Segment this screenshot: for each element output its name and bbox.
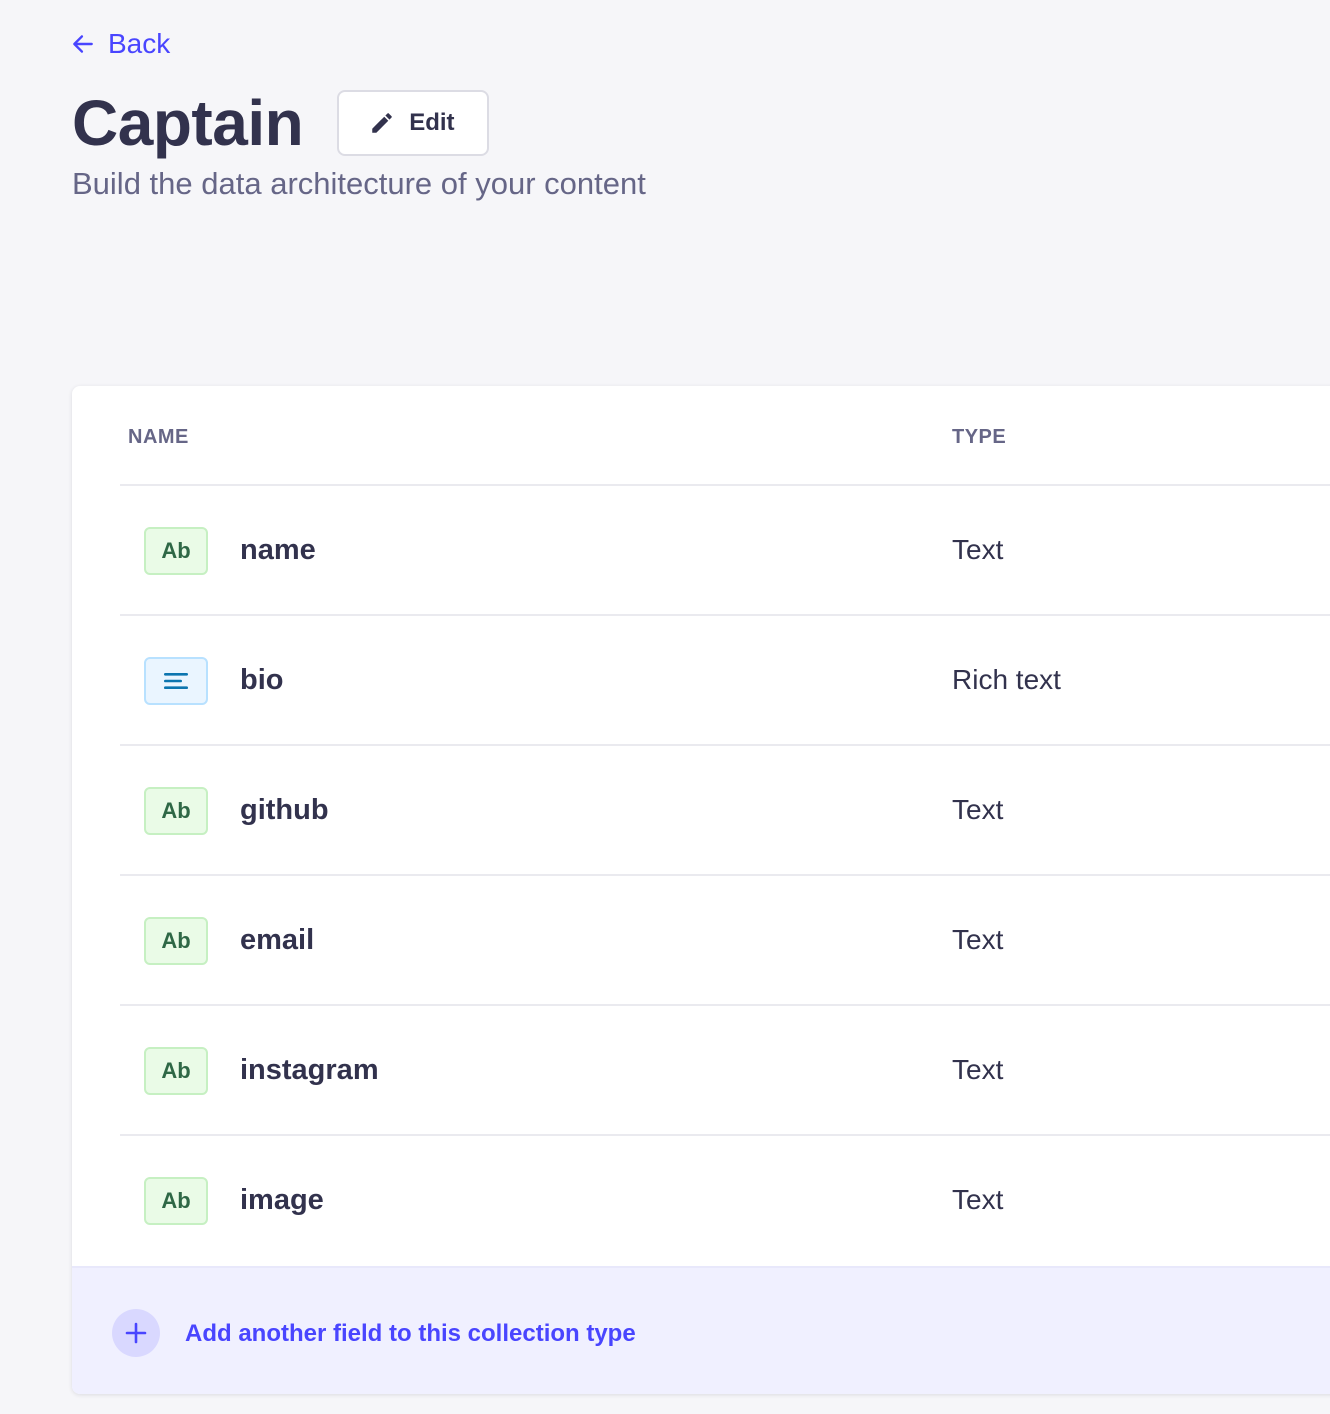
page-title: Captain — [72, 87, 304, 159]
table-row[interactable]: bio Rich text — [120, 616, 1330, 746]
text-align-left-icon — [164, 673, 188, 689]
table-row[interactable]: Ab github Text — [120, 746, 1330, 876]
fields-card: NAME TYPE Ab name Text bio Rich text Ab … — [72, 386, 1330, 1394]
back-label: Back — [108, 28, 171, 59]
text-field-icon: Ab — [144, 787, 208, 835]
field-type: Text — [952, 534, 1004, 565]
field-type: Text — [952, 1184, 1004, 1215]
text-field-icon: Ab — [144, 1177, 208, 1225]
table-row[interactable]: Ab email Text — [120, 876, 1330, 1006]
content-type-builder-page: Back Captain Edit Build the data archite… — [0, 0, 1330, 1414]
field-name: github — [240, 794, 329, 826]
plus-icon — [125, 1322, 147, 1344]
text-field-icon: Ab — [144, 917, 208, 965]
column-header-type: TYPE — [952, 426, 1007, 448]
page-subtitle: Build the data architecture of your cont… — [72, 166, 646, 201]
field-type: Text — [952, 794, 1004, 825]
table-header: NAME TYPE — [120, 386, 1330, 486]
field-type: Rich text — [952, 664, 1061, 695]
richtext-field-icon — [144, 657, 208, 705]
title-row: Captain Edit — [72, 86, 489, 160]
add-circle — [112, 1309, 160, 1357]
field-name: instagram — [240, 1054, 379, 1086]
field-name: email — [240, 924, 315, 956]
arrow-left-icon — [73, 35, 93, 53]
field-type: Text — [952, 924, 1004, 955]
edit-button[interactable]: Edit — [337, 90, 489, 156]
add-field-button[interactable]: Add another field to this collection typ… — [72, 1266, 1330, 1394]
table-row[interactable]: Ab instagram Text — [120, 1006, 1330, 1136]
text-field-icon: Ab — [144, 1047, 208, 1095]
table-row[interactable]: Ab image Text — [120, 1136, 1330, 1266]
text-field-icon: Ab — [144, 527, 208, 575]
column-header-name: NAME — [128, 426, 189, 448]
table-row[interactable]: Ab name Text — [120, 486, 1330, 616]
field-name: image — [240, 1184, 324, 1216]
field-name: bio — [240, 664, 284, 696]
add-field-label: Add another field to this collection typ… — [185, 1320, 636, 1347]
pencil-icon — [372, 113, 392, 133]
field-name: name — [240, 534, 316, 566]
field-type: Text — [952, 1054, 1004, 1085]
edit-label: Edit — [409, 109, 455, 136]
back-link[interactable]: Back — [70, 28, 170, 60]
fields-list: Ab name Text bio Rich text Ab github Tex… — [120, 486, 1330, 1266]
